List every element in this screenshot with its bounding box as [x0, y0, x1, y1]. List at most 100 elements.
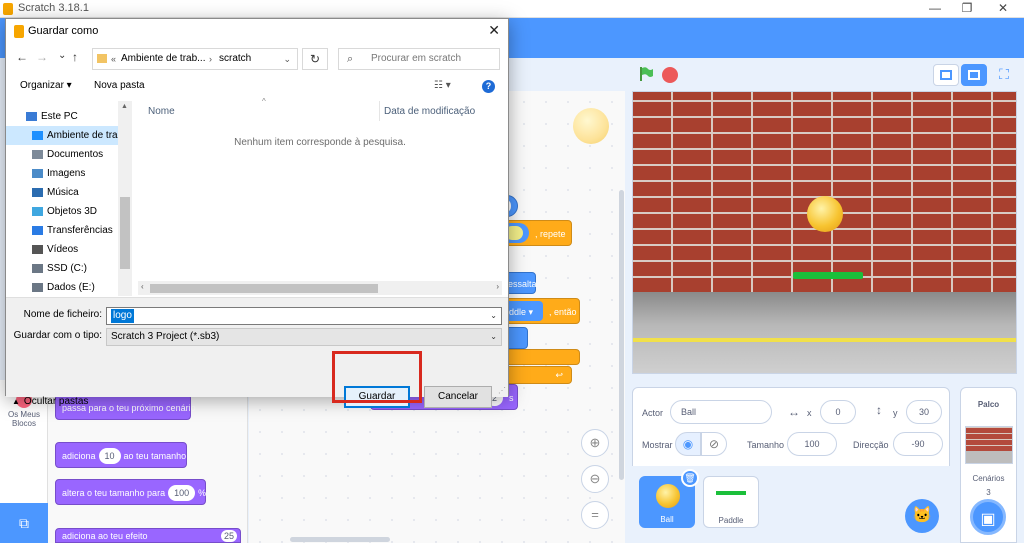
- breadcrumb-desktop[interactable]: Ambiente de trab...: [121, 49, 206, 69]
- recent-locations-chevron-icon[interactable]: ⌄: [58, 50, 66, 61]
- size-input[interactable]: 100: [787, 432, 837, 456]
- music-icon: [32, 188, 43, 197]
- up-arrow-icon[interactable]: ↑: [72, 50, 78, 64]
- file-list-scroll-thumb[interactable]: [150, 284, 378, 293]
- add-extension-button[interactable]: ⧉: [0, 503, 48, 543]
- dialog-footer: Nome de ficheiro: logo ⌄ Guardar com o t…: [6, 297, 508, 408]
- filename-label: Nome de ficheiro:: [23, 309, 102, 320]
- y-arrows-icon: ↕: [876, 403, 882, 417]
- green-flag-icon[interactable]: [638, 66, 654, 82]
- pc-icon: [26, 112, 37, 121]
- cancel-button[interactable]: Cancelar: [424, 386, 492, 408]
- x-input[interactable]: 0: [820, 400, 856, 424]
- add-sprite-cat-icon[interactable]: 🐱: [905, 499, 939, 533]
- sprite-name-input[interactable]: Ball: [670, 400, 772, 424]
- organize-button[interactable]: Organizar ▾: [20, 80, 72, 91]
- scroll-right-icon[interactable]: ›: [496, 282, 499, 291]
- palette-block-set-size[interactable]: altera o teu tamanho para 100%: [55, 479, 206, 505]
- column-modified-header[interactable]: Data de modificação: [384, 106, 475, 117]
- scroll-up-icon[interactable]: ▲: [121, 103, 128, 110]
- column-name-header[interactable]: Nome: [148, 106, 175, 117]
- dialog-toolbar: Organizar ▾ Nova pasta ☷ ▾ ?: [6, 75, 508, 99]
- address-bar[interactable]: « Ambiente de trab... › scratch ⌄: [92, 48, 298, 70]
- filename-value: logo: [111, 309, 134, 323]
- tree-item-8[interactable]: SSD (C:): [6, 259, 118, 278]
- small-stage-button[interactable]: [933, 64, 959, 86]
- hide-folders-toggle[interactable]: ▲ Ocultar pastas: [12, 396, 88, 407]
- workspace-vertical-scrollbar[interactable]: [619, 190, 624, 480]
- tree-item-7[interactable]: Vídeos: [6, 240, 118, 259]
- empty-list-message: Nenhum item corresponde à pesquisa.: [234, 137, 406, 148]
- address-dropdown-icon[interactable]: ⌄: [283, 49, 291, 69]
- app-title: Scratch 3.18.1: [18, 2, 89, 14]
- delete-sprite-trash-icon[interactable]: 🗑: [681, 469, 699, 487]
- show-label: Mostrar: [642, 440, 673, 450]
- view-options-icon[interactable]: ☷ ▾: [434, 80, 451, 91]
- breadcrumb-chevron-icon: ›: [209, 54, 212, 64]
- tree-item-5[interactable]: Objetos 3D: [6, 202, 118, 221]
- app-titlebar: Scratch 3.18.1 — ❐ ✕: [0, 0, 1024, 18]
- tree-item-4[interactable]: Música: [6, 183, 118, 202]
- sprite-card-paddle[interactable]: Paddle: [703, 476, 759, 528]
- add-backdrop-icon[interactable]: ▣: [970, 499, 1006, 535]
- my-blocks-category-label[interactable]: Os Meus Blocos: [2, 410, 46, 428]
- tree-item-1[interactable]: Ambiente de trab: [6, 126, 118, 145]
- forward-arrow-icon[interactable]: →: [36, 50, 48, 64]
- search-placeholder: Procurar em scratch: [371, 53, 462, 64]
- filetype-dropdown-icon[interactable]: ⌄: [490, 329, 497, 345]
- zoom-reset-icon[interactable]: =: [581, 501, 609, 529]
- desktop-icon: [32, 131, 43, 140]
- y-input[interactable]: 30: [906, 400, 942, 424]
- drive-icon: [32, 283, 43, 292]
- zoom-in-icon[interactable]: ⊕: [581, 429, 609, 457]
- scroll-left-icon[interactable]: ‹: [141, 282, 144, 291]
- resize-grip-icon[interactable]: ⋰: [498, 386, 506, 395]
- stage-canvas[interactable]: [632, 91, 1017, 374]
- size-label: Tamanho: [747, 440, 785, 450]
- search-input[interactable]: ⌕ Procurar em scratch: [338, 48, 500, 70]
- filename-input[interactable]: logo ⌄: [106, 307, 502, 325]
- normal-stage-button[interactable]: [961, 64, 987, 86]
- tree-item-3[interactable]: Imagens: [6, 164, 118, 183]
- close-app-button[interactable]: ✕: [988, 1, 1018, 15]
- tree-item-2[interactable]: Documentos: [6, 145, 118, 164]
- dialog-close-icon[interactable]: ✕: [488, 22, 500, 39]
- new-folder-button[interactable]: Nova pasta: [94, 80, 145, 91]
- file-list[interactable]: ^ Nome Data de modificação Nenhum item c…: [138, 97, 502, 281]
- minimize-button[interactable]: —: [920, 1, 950, 15]
- caret-up-icon: ▲: [12, 397, 20, 406]
- tree-item-6[interactable]: Transferências: [6, 221, 118, 240]
- workspace-horizontal-scrollbar[interactable]: [290, 537, 390, 542]
- stage-panel-title: Palco: [977, 400, 1000, 409]
- ball-sprite[interactable]: [807, 196, 843, 232]
- direction-input[interactable]: -90: [893, 432, 943, 456]
- show-hidden-eye-icon[interactable]: ⊘: [701, 432, 727, 456]
- back-arrow-icon[interactable]: ←: [16, 50, 28, 64]
- filename-dropdown-icon[interactable]: ⌄: [490, 308, 497, 324]
- tree-item-0[interactable]: Este PC: [6, 107, 118, 126]
- palette-block-change-size[interactable]: adiciona 10 ao teu tamanho: [55, 442, 187, 468]
- show-visible-eye-icon[interactable]: ◉: [675, 432, 701, 456]
- paddle-thumbnail: [716, 491, 746, 495]
- zoom-out-icon[interactable]: ⊖: [581, 465, 609, 493]
- actor-label: Actor: [642, 408, 664, 418]
- path-overflow-icon[interactable]: «: [111, 49, 116, 69]
- ball-thumbnail: [656, 484, 680, 508]
- tree-item-label: Vídeos: [47, 244, 79, 255]
- stop-icon[interactable]: [662, 67, 678, 83]
- breadcrumb-scratch[interactable]: scratch: [219, 49, 251, 69]
- refresh-icon[interactable]: ↻: [302, 48, 328, 70]
- tree-scrollbar[interactable]: ▲: [118, 101, 132, 296]
- search-icon: ⌕: [347, 53, 354, 65]
- tree-scroll-thumb[interactable]: [120, 197, 130, 269]
- column-separator[interactable]: [379, 101, 380, 121]
- palette-block-change-effect[interactable]: adiciona ao teu efeito 25: [55, 528, 241, 543]
- filetype-select[interactable]: Scratch 3 Project (*.sb3) ⌄: [106, 328, 502, 346]
- paddle-sprite[interactable]: [793, 272, 863, 279]
- tree-item-9[interactable]: Dados (E:): [6, 278, 118, 296]
- maximize-button[interactable]: ❐: [952, 1, 982, 15]
- file-list-horizontal-scrollbar[interactable]: ‹ ›: [138, 281, 502, 295]
- road-backdrop: [633, 292, 1016, 373]
- fullscreen-icon[interactable]: ⛶: [991, 64, 1017, 86]
- help-icon[interactable]: ?: [482, 80, 495, 93]
